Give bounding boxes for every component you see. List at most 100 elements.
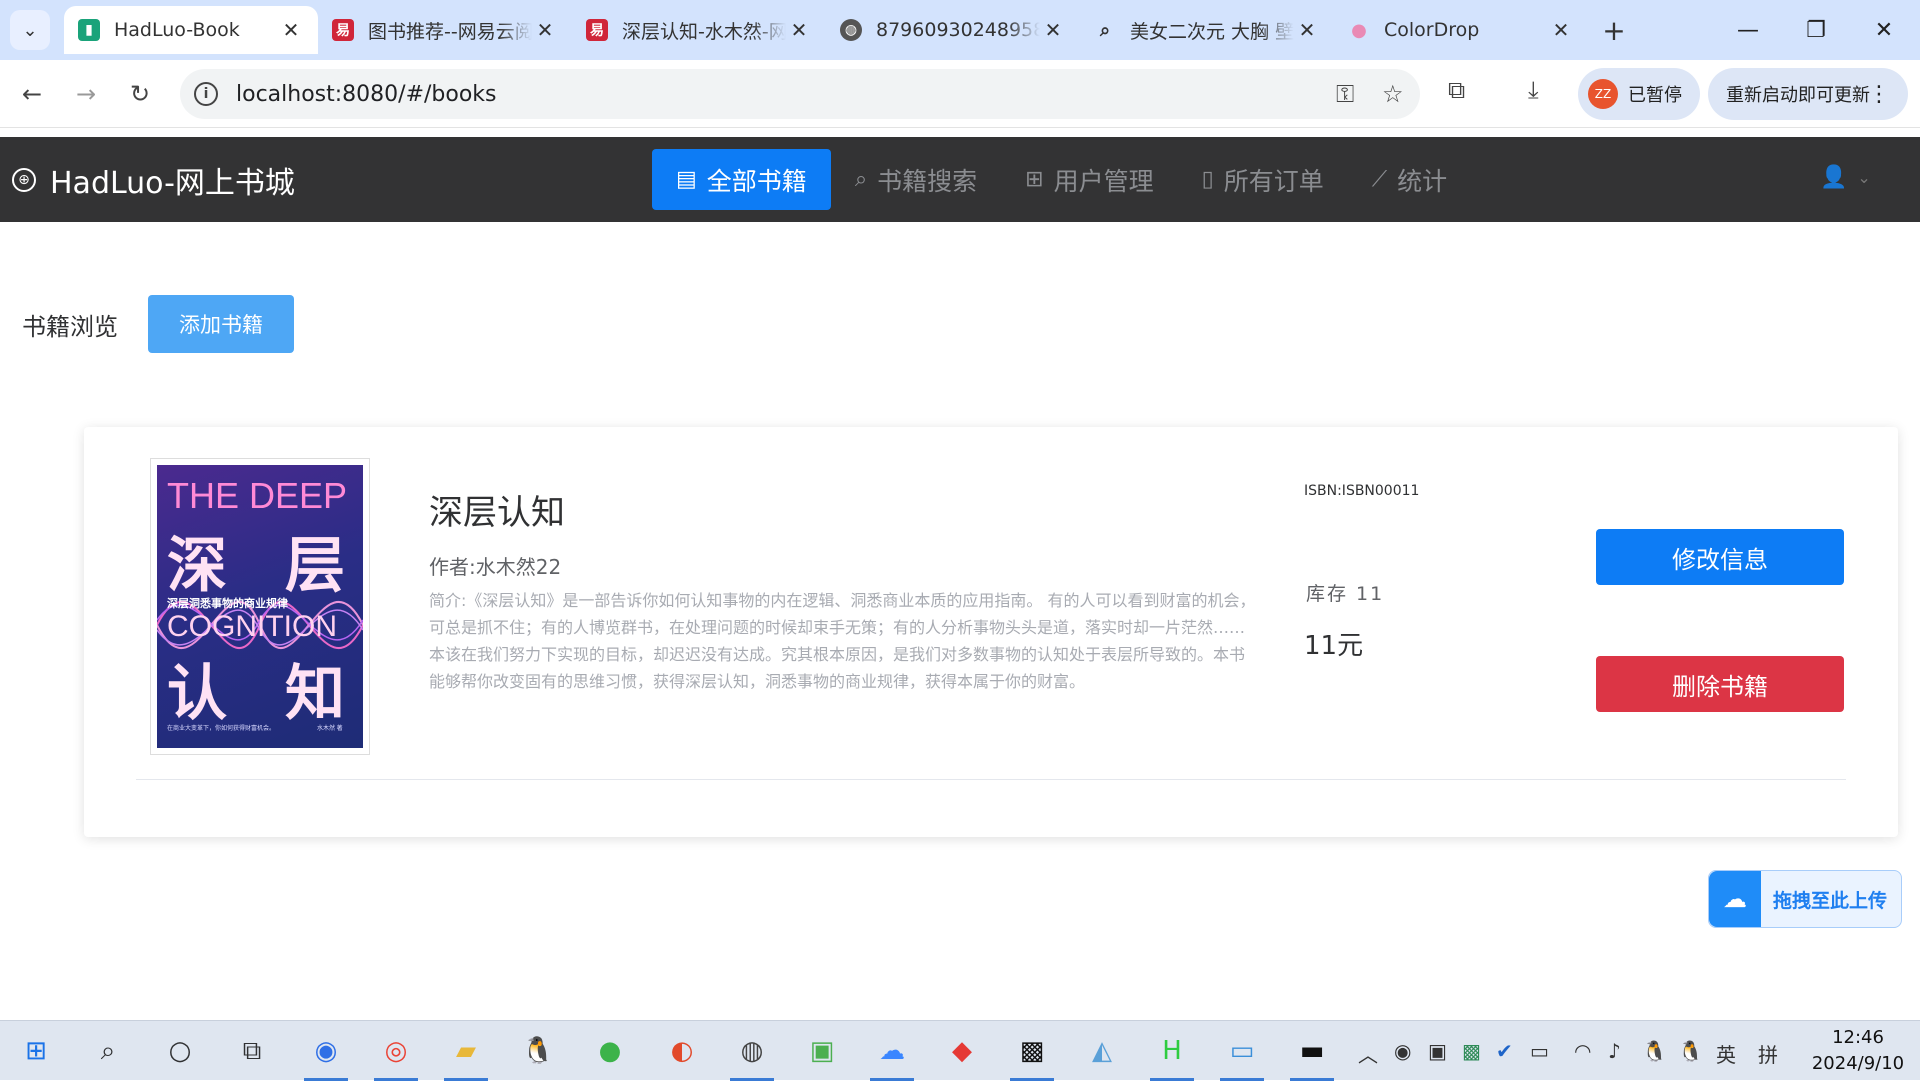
reload-icon[interactable]: ↻ [120, 74, 160, 114]
chevron-down-icon: ⌄ [22, 19, 38, 41]
delete-book-button[interactable]: 删除书籍 [1596, 656, 1844, 712]
browser-tab-1[interactable]: 易 图书推荐--网易云阅读 ✕ [318, 6, 572, 54]
wifi-icon[interactable]: ◠ [1574, 1039, 1591, 1063]
edit-book-button[interactable]: 修改信息 [1596, 529, 1844, 585]
cover-char: 深 [167, 532, 227, 599]
tab-title: 深层认知-水木然-网易 [622, 20, 786, 43]
close-icon[interactable]: ✕ [786, 18, 812, 42]
tray-app-icon[interactable]: ✔ [1496, 1039, 1513, 1063]
app-icon-red[interactable]: ◆ [940, 1031, 984, 1071]
tab-search-button[interactable]: ⌄ [10, 10, 50, 50]
download-icon[interactable]: ⤓ [1528, 76, 1539, 104]
system-clock[interactable]: 12:46 2024/9/10 [1808, 1025, 1908, 1077]
site-info-icon[interactable]: i [194, 82, 218, 106]
menu-item-statistics[interactable]: ⟋ 统计 [1348, 149, 1471, 210]
back-arrow-icon[interactable]: ← [12, 74, 52, 114]
netease-favicon-icon: 易 [332, 19, 354, 41]
baidu-netdisk-icon[interactable]: ☁ [870, 1031, 914, 1081]
brand[interactable]: ⊕ HadLuo-网上书城 [12, 137, 295, 222]
close-icon[interactable]: ✕ [1548, 18, 1574, 42]
browser-tab-5[interactable]: ● ColorDrop ✕ [1334, 6, 1588, 54]
qq-tray-icon[interactable]: 🐧 [1642, 1039, 1667, 1063]
menu-item-label: 全部书籍 [706, 166, 807, 196]
avatar: ZZ [1588, 79, 1618, 109]
battery-icon[interactable]: ▭ [1530, 1039, 1549, 1063]
window-close-icon[interactable]: ✕ [1850, 8, 1918, 52]
cloud-upload-icon: ☁ [1709, 871, 1761, 927]
grid-icon: ⊞ [1025, 167, 1044, 192]
volume-icon[interactable]: ♪ [1608, 1039, 1621, 1063]
address-bar[interactable]: i localhost:8080/#/books ⚿ ☆ [180, 69, 1420, 119]
url-text[interactable]: localhost:8080/#/books [236, 82, 497, 107]
browser-toolbar: ← → ↻ i localhost:8080/#/books ⚿ ☆ ⧉ ⤓ Z… [0, 60, 1920, 128]
minimize-icon[interactable]: — [1714, 8, 1782, 52]
book-cover[interactable]: THE DEEP 深 层 深层洞悉事物的商业规律 COGNITION 认 知 在… [150, 458, 370, 755]
search-favicon-icon: ⌕ [1099, 19, 1111, 41]
terminal-icon[interactable]: ▬ [1290, 1031, 1334, 1081]
update-button[interactable]: 重新启动即可更新 ⋮ [1708, 68, 1908, 120]
app-icon-green[interactable]: ▣ [800, 1031, 844, 1071]
app-icon-window[interactable]: ▭ [1220, 1031, 1264, 1081]
book-price: 11元 [1304, 631, 1364, 661]
ime-lang-indicator[interactable]: 英 [1716, 1039, 1736, 1068]
qq-icon[interactable]: 🐧 [516, 1031, 560, 1071]
close-icon[interactable]: ✕ [1294, 18, 1320, 42]
cortana-icon[interactable]: ○ [158, 1031, 202, 1071]
book-author: 作者:水木然22 [429, 555, 562, 579]
tab-title: 图书推荐--网易云阅读 [368, 20, 532, 43]
more-vert-icon[interactable]: ⋮ [1868, 82, 1890, 107]
menu-item-orders[interactable]: ▯ 所有订单 [1178, 149, 1348, 210]
obs-icon[interactable]: ◍ [730, 1031, 774, 1081]
clock-date: 2024/9/10 [1811, 1053, 1905, 1074]
task-view-icon[interactable]: ⧉ [230, 1031, 274, 1071]
clock-time: 12:46 [1832, 1027, 1884, 1048]
colordrop-favicon-icon: ● [1351, 19, 1367, 41]
browser-tab-3[interactable]: ◍ 87960930248958 ✕ [826, 6, 1080, 54]
key-icon[interactable]: ⚿ [1336, 80, 1354, 108]
book-icon: ▤ [676, 167, 697, 192]
hbuilder-icon[interactable]: H [1150, 1031, 1194, 1081]
tray-expand-icon[interactable]: ︿ [1358, 1039, 1378, 1068]
app-icon-snail[interactable]: ◐ [660, 1031, 704, 1071]
tray-app-icon[interactable]: ◉ [1394, 1039, 1411, 1063]
menu-item-user-management[interactable]: ⊞ 用户管理 [1001, 149, 1177, 210]
tab-title: ColorDrop [1384, 19, 1480, 41]
browser-tabs: ▮ HadLuo-Book ✕ 易 图书推荐--网易云阅读 ✕ 易 深层认知-水… [64, 6, 1588, 54]
upload-drop-widget[interactable]: ☁ 拖拽至此上传 [1708, 870, 1902, 928]
wechat-icon[interactable]: ● [588, 1031, 632, 1071]
book-intro: 简介:《深层认知》是一部告诉你如何认知事物的内在逻辑、洞悉商业本质的应用指南。 … [429, 591, 1256, 691]
tray-app-icon[interactable]: ▣ [1428, 1039, 1447, 1063]
profile-button[interactable]: ZZ 已暂停 [1578, 68, 1700, 120]
forward-arrow-icon[interactable]: → [66, 74, 106, 114]
menu-item-all-books[interactable]: ▤ 全部书籍 [652, 149, 831, 210]
app-navbar: ⊕ HadLuo-网上书城 ▤ 全部书籍 ⌕ 书籍搜索 ⊞ 用户管理 ▯ 所有订… [0, 137, 1920, 222]
close-icon[interactable]: ✕ [278, 18, 304, 42]
extensions-icon[interactable]: ⧉ [1448, 76, 1465, 104]
user-dropdown[interactable]: 👤 ⌄ [1820, 165, 1871, 190]
app-icon-blue[interactable]: ◭ [1080, 1031, 1124, 1071]
browser-tab-2[interactable]: 易 深层认知-水木然-网易 ✕ [572, 6, 826, 54]
menu-item-book-search[interactable]: ⌕ 书籍搜索 [831, 149, 1001, 210]
intellij-icon[interactable]: ▩ [1010, 1031, 1054, 1081]
app-icon-feishu[interactable]: ◉ [304, 1031, 348, 1081]
tray-app-icon[interactable]: ▩ [1462, 1039, 1481, 1063]
tab-title: HadLuo-Book [114, 19, 240, 41]
windows-start-icon[interactable]: ⊞ [14, 1031, 58, 1071]
new-tab-button[interactable]: + [1596, 12, 1632, 48]
cover-blurb: 在商业大变革下，你如何获得财富机会。 [167, 726, 276, 732]
ime-mode-indicator[interactable]: 拼 [1758, 1039, 1778, 1068]
globe-favicon-icon: ◍ [840, 19, 862, 41]
restore-icon[interactable]: ❐ [1782, 8, 1850, 52]
close-icon[interactable]: ✕ [532, 18, 558, 42]
chrome-icon[interactable]: ◎ [374, 1031, 418, 1081]
qq-tray-icon[interactable]: 🐧 [1678, 1039, 1703, 1063]
file-explorer-icon[interactable]: ▰ [444, 1031, 488, 1081]
chevron-down-icon: ⌄ [1857, 168, 1871, 187]
search-icon[interactable]: ⌕ [86, 1031, 130, 1071]
document-icon: ▯ [1201, 167, 1214, 192]
close-icon[interactable]: ✕ [1040, 18, 1066, 42]
add-book-button[interactable]: 添加书籍 [148, 295, 294, 353]
browser-tab-0[interactable]: ▮ HadLuo-Book ✕ [64, 6, 318, 54]
bookmark-star-icon[interactable]: ☆ [1382, 80, 1404, 108]
browser-tab-4[interactable]: ⌕ 美女二次元 大胸 壁纸 ✕ [1080, 6, 1334, 54]
